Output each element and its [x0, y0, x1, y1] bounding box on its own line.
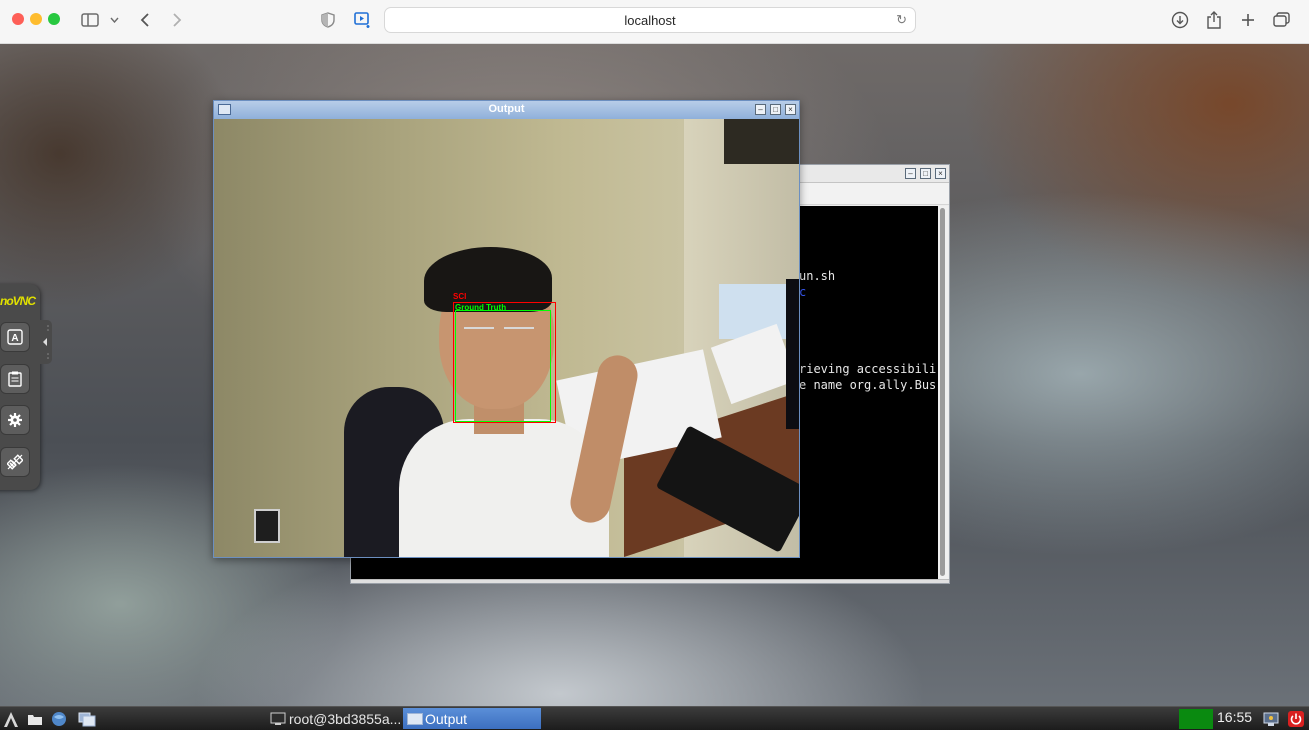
forward-icon[interactable]	[168, 8, 186, 32]
vnc-desktop[interactable]: noVNC A – □ × un.sh c rieving accessibil…	[0, 44, 1309, 706]
novnc-control-bar: noVNC A	[0, 284, 40, 490]
taskbar: root@3bd3855a... Output 16:55	[0, 706, 1309, 730]
minimize-icon[interactable]: –	[755, 104, 766, 115]
terminal-line: e name org.ally.Bus	[799, 378, 937, 392]
start-menu-icon[interactable]	[2, 710, 20, 728]
chevron-down-icon[interactable]	[108, 8, 120, 32]
output-window[interactable]: Output – □ × SCI Ground Truth	[213, 100, 800, 558]
terminal-line: rieving accessibili	[799, 362, 937, 376]
file-manager-icon[interactable]	[26, 710, 44, 728]
close-window-button[interactable]	[12, 13, 24, 25]
terminal-line: un.sh	[799, 269, 836, 283]
reload-icon[interactable]: ↻	[896, 12, 907, 28]
shield-icon[interactable]	[318, 8, 338, 32]
disconnect-icon[interactable]	[0, 447, 30, 477]
settings-icon[interactable]	[0, 405, 30, 435]
terminal-icon	[270, 712, 286, 726]
back-icon[interactable]	[136, 8, 154, 32]
detection-image: SCI Ground Truth	[214, 119, 799, 557]
show-desktop-icon[interactable]	[78, 710, 96, 728]
window-icon	[407, 712, 423, 725]
minimize-window-button[interactable]	[30, 13, 42, 25]
web-browser-icon[interactable]	[50, 710, 68, 728]
clipboard-icon[interactable]	[0, 364, 30, 394]
maximize-icon[interactable]: □	[920, 168, 931, 179]
taskbar-item-terminal[interactable]: root@3bd3855a...	[266, 708, 401, 729]
taskbar-item-output[interactable]: Output	[403, 708, 541, 729]
photo-outlet	[254, 509, 280, 543]
maximize-icon[interactable]: □	[770, 104, 781, 115]
terminal-bottom-edge	[351, 579, 949, 583]
terminal-scrollbar[interactable]	[938, 206, 948, 579]
clock[interactable]: 16:55	[1217, 709, 1252, 725]
sidebar-icon[interactable]	[80, 8, 100, 32]
novnc-panel-handle[interactable]	[40, 320, 52, 364]
svg-text:A: A	[11, 333, 18, 344]
detection-label-ground-truth: Ground Truth	[455, 303, 507, 312]
browser-toolbar: localhost ↻	[0, 0, 1309, 44]
new-tab-icon[interactable]	[1238, 8, 1258, 32]
address-bar[interactable]: localhost ↻	[384, 7, 916, 33]
detection-box-ground-truth	[455, 310, 551, 422]
close-icon[interactable]: ×	[935, 168, 946, 179]
tab-overview-icon[interactable]	[1272, 8, 1292, 32]
keyboard-icon[interactable]: A	[0, 322, 30, 352]
output-titlebar[interactable]: Output – □ ×	[214, 101, 799, 119]
download-icon[interactable]	[1170, 8, 1190, 32]
close-icon[interactable]: ×	[785, 104, 796, 115]
cpu-monitor	[1179, 709, 1213, 729]
window-title: Output	[488, 103, 525, 115]
detection-label-sci: SCI	[453, 292, 467, 301]
taskbar-item-label: Output	[425, 710, 468, 727]
power-icon[interactable]	[1287, 710, 1305, 728]
taskbar-item-label: root@3bd3855a...	[289, 710, 401, 727]
url-text: localhost	[624, 12, 676, 28]
terminal-line: c	[799, 285, 807, 299]
photo-shelf	[724, 119, 799, 164]
share-icon[interactable]	[1204, 8, 1224, 32]
photo-monitor	[786, 279, 799, 429]
minimize-icon[interactable]: –	[905, 168, 916, 179]
screen-lock-icon[interactable]	[1262, 710, 1280, 728]
zoom-window-button[interactable]	[48, 13, 60, 25]
media-icon[interactable]	[352, 8, 374, 32]
novnc-logo: noVNC	[0, 294, 36, 308]
scrollbar-thumb[interactable]	[940, 208, 945, 576]
